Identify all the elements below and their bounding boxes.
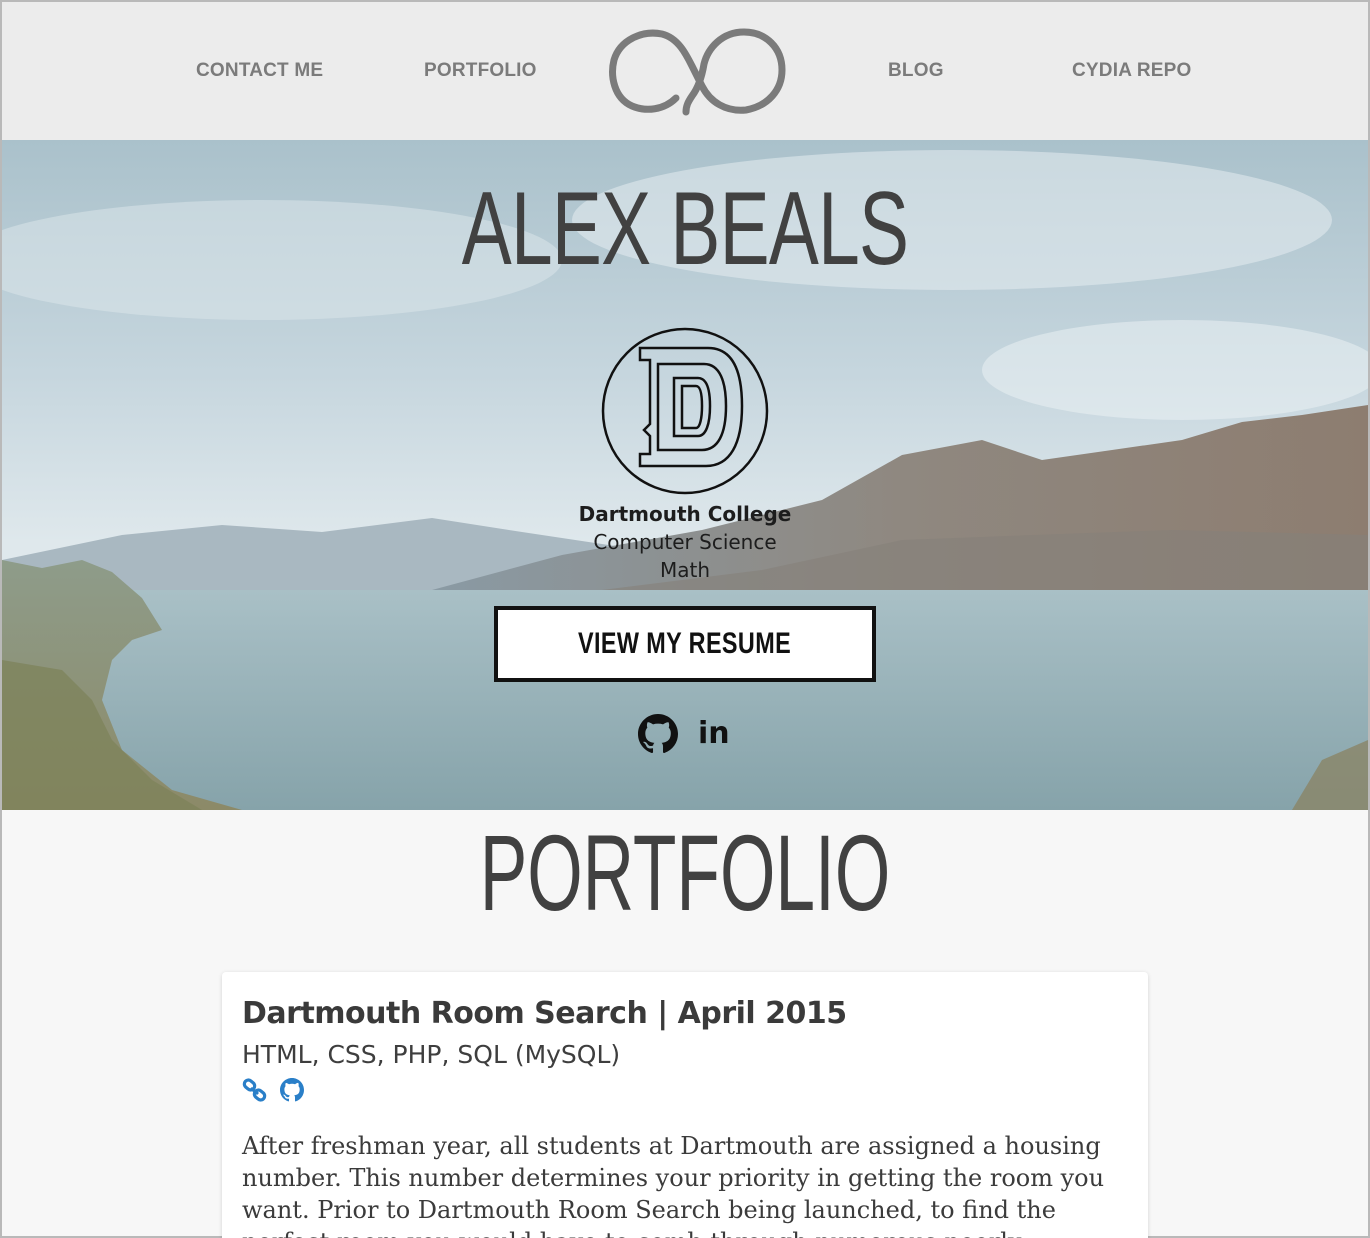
project-title: Dartmouth Room Search | April 2015	[242, 996, 847, 1031]
school-name: Dartmouth College	[578, 502, 792, 526]
linkedin-icon[interactable]: in	[698, 714, 734, 754]
view-resume-label: VIEW MY RESUME	[578, 627, 792, 660]
nav-blog[interactable]: BLOG	[888, 60, 944, 82]
github-icon[interactable]	[638, 714, 678, 754]
dartmouth-d-seal-icon	[601, 327, 769, 495]
nav-contact-me[interactable]: CONTACT ME	[196, 60, 323, 82]
project-card: Dartmouth Room Search | April 2015 HTML,…	[222, 972, 1148, 1238]
major-2: Math	[659, 558, 711, 582]
project-description: After freshman year, all students at Dar…	[242, 1132, 1105, 1238]
infinity-logo-icon[interactable]	[606, 26, 788, 116]
view-resume-button[interactable]: VIEW MY RESUME	[494, 606, 876, 682]
hero-section: ALEX BEALS Dartmouth College Computer Sc…	[2, 140, 1368, 810]
portfolio-heading: PORTFOLIO	[479, 812, 891, 933]
link-icon[interactable]	[242, 1078, 268, 1102]
github-icon[interactable]	[280, 1078, 304, 1102]
top-nav: CONTACT ME PORTFOLIO BLOG CYDIA REPO	[2, 2, 1368, 140]
project-tech: HTML, CSS, PHP, SQL (MySQL)	[242, 1040, 621, 1069]
nav-portfolio[interactable]: PORTFOLIO	[424, 60, 537, 82]
nav-cydia-repo[interactable]: CYDIA REPO	[1072, 60, 1192, 82]
hero-name: ALEX BEALS	[461, 171, 909, 287]
major-1: Computer Science	[593, 530, 777, 554]
